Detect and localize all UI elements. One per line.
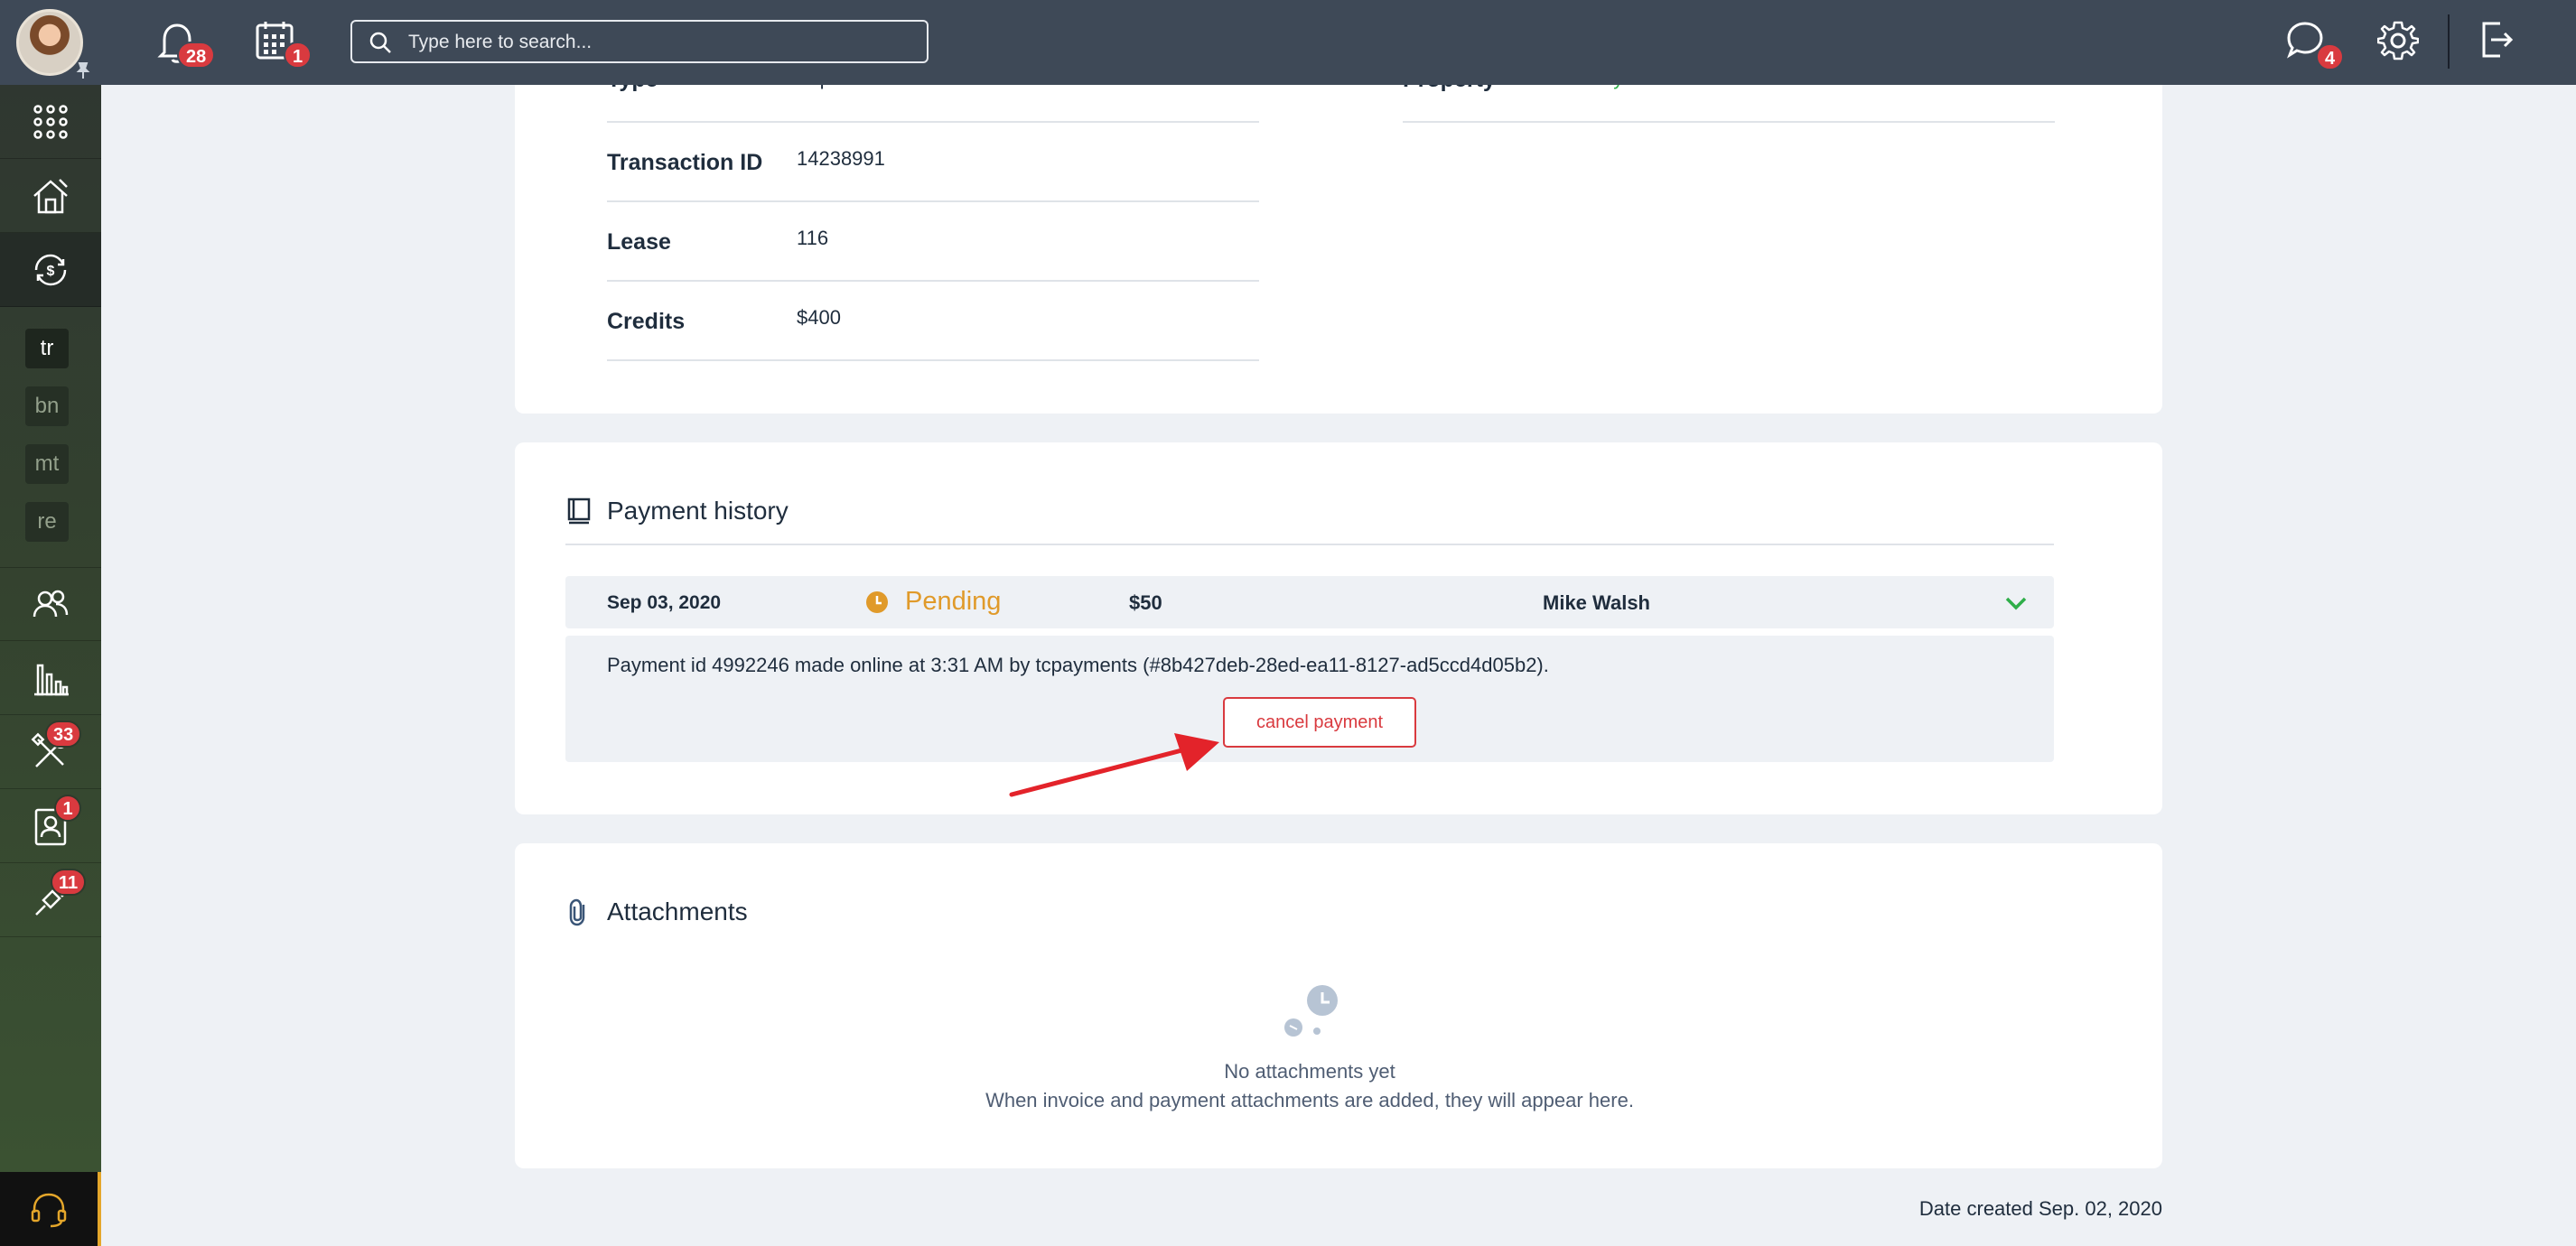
notifications-badge: 28 xyxy=(177,42,216,69)
search-box[interactable] xyxy=(350,20,929,63)
sidebar-item-apps[interactable] xyxy=(0,85,101,159)
sidebar-item-maintenance[interactable]: 33 xyxy=(0,715,101,789)
avatar[interactable] xyxy=(16,9,83,76)
house-icon xyxy=(33,178,68,213)
pin-icon xyxy=(76,62,90,79)
cancel-payment-button[interactable]: cancel payment xyxy=(1223,697,1416,748)
search-input[interactable] xyxy=(408,29,914,56)
sidebar: $ tr bn mt re 33 1 11 xyxy=(0,85,101,1246)
empty-attachments-subtitle: When invoice and payment attachments are… xyxy=(985,1089,1634,1111)
payment-details: Payment id 4992246 made online at 3:31 A… xyxy=(565,636,2054,762)
payment-payer: Mike Walsh xyxy=(1543,591,1650,614)
integrations-badge: 11 xyxy=(51,869,87,896)
sidebar-tag-tr[interactable]: tr xyxy=(25,329,69,368)
attachments-title: Attachments xyxy=(607,897,748,925)
gear-icon xyxy=(2376,21,2420,60)
book-icon xyxy=(567,497,591,525)
attachments-card: Attachments No attachments yet When invo… xyxy=(515,843,2162,1168)
calendar-badge: 1 xyxy=(284,42,313,69)
sidebar-item-people[interactable] xyxy=(0,567,101,641)
sidebar-item-accounting[interactable]: $ xyxy=(0,233,101,307)
maintenance-badge: 33 xyxy=(45,721,82,748)
logout-icon xyxy=(2482,22,2514,58)
payment-amount: $50 xyxy=(1129,591,1162,614)
sidebar-tag-re[interactable]: re xyxy=(25,502,69,542)
detail-row-credits: Credits $400 xyxy=(607,282,1259,361)
calendar-button[interactable]: 1 xyxy=(255,20,313,69)
sidebar-item-contacts[interactable]: 1 xyxy=(0,789,101,863)
messages-badge: 4 xyxy=(2316,43,2345,70)
logout-button[interactable] xyxy=(2478,20,2524,65)
detail-row-lease: Lease 116 xyxy=(607,202,1259,282)
bar-chart-icon xyxy=(34,664,69,695)
chevron-down-icon[interactable] xyxy=(2003,590,2029,616)
grid-icon xyxy=(33,104,68,139)
lease-value[interactable]: 116 xyxy=(797,227,828,250)
svg-text:$: $ xyxy=(47,264,55,279)
sidebar-item-reports[interactable] xyxy=(0,641,101,715)
topbar-divider xyxy=(2448,14,2450,69)
sidebar-item-integrations[interactable]: 11 xyxy=(0,863,101,937)
user-avatar[interactable] xyxy=(16,9,90,79)
search-icon xyxy=(369,32,391,53)
settings-button[interactable] xyxy=(2376,20,2422,65)
payment-row[interactable]: Sep 03, 2020 Pending $50 Mike Walsh xyxy=(565,576,2054,628)
headset-icon xyxy=(31,1193,67,1228)
messages-button[interactable]: 4 xyxy=(2285,20,2345,70)
clock-icon xyxy=(866,591,888,613)
annotation-arrow-icon xyxy=(1009,733,1219,797)
support-button[interactable] xyxy=(0,1172,101,1246)
credits-value: $400 xyxy=(797,306,841,329)
sidebar-tag-bn[interactable]: bn xyxy=(25,386,69,426)
empty-attachments-icon xyxy=(1284,985,1338,1037)
payment-description: Payment id 4992246 made online at 3:31 A… xyxy=(607,654,1549,676)
money-cycle-icon: $ xyxy=(34,254,67,285)
credits-label: Credits xyxy=(607,309,686,334)
payment-date: Sep 03, 2020 xyxy=(607,592,722,613)
lease-label: Lease xyxy=(607,229,671,255)
date-created: Date created Sep. 02, 2020 xyxy=(1918,1197,2162,1220)
contacts-badge: 1 xyxy=(54,795,81,822)
top-bar: 28 1 4 xyxy=(0,0,2576,85)
detail-row-transaction: Transaction ID 14238991 xyxy=(607,123,1259,202)
transaction-id-value: 14238991 xyxy=(797,147,885,170)
notifications-button[interactable]: 28 xyxy=(157,20,216,69)
paperclip-icon xyxy=(569,898,585,926)
section-divider xyxy=(565,544,2054,545)
empty-attachments-title: No attachments yet xyxy=(1224,1060,1395,1083)
payment-history-title: Payment history xyxy=(607,497,789,525)
payment-status: Pending xyxy=(905,587,1002,616)
users-icon xyxy=(33,590,69,618)
sidebar-tag-mt[interactable]: mt xyxy=(25,444,69,484)
payment-history-card: Payment history Sep 03, 2020 Pending $50… xyxy=(515,442,2162,814)
sidebar-item-properties[interactable] xyxy=(0,159,101,233)
transaction-id-label: Transaction ID xyxy=(607,150,763,175)
